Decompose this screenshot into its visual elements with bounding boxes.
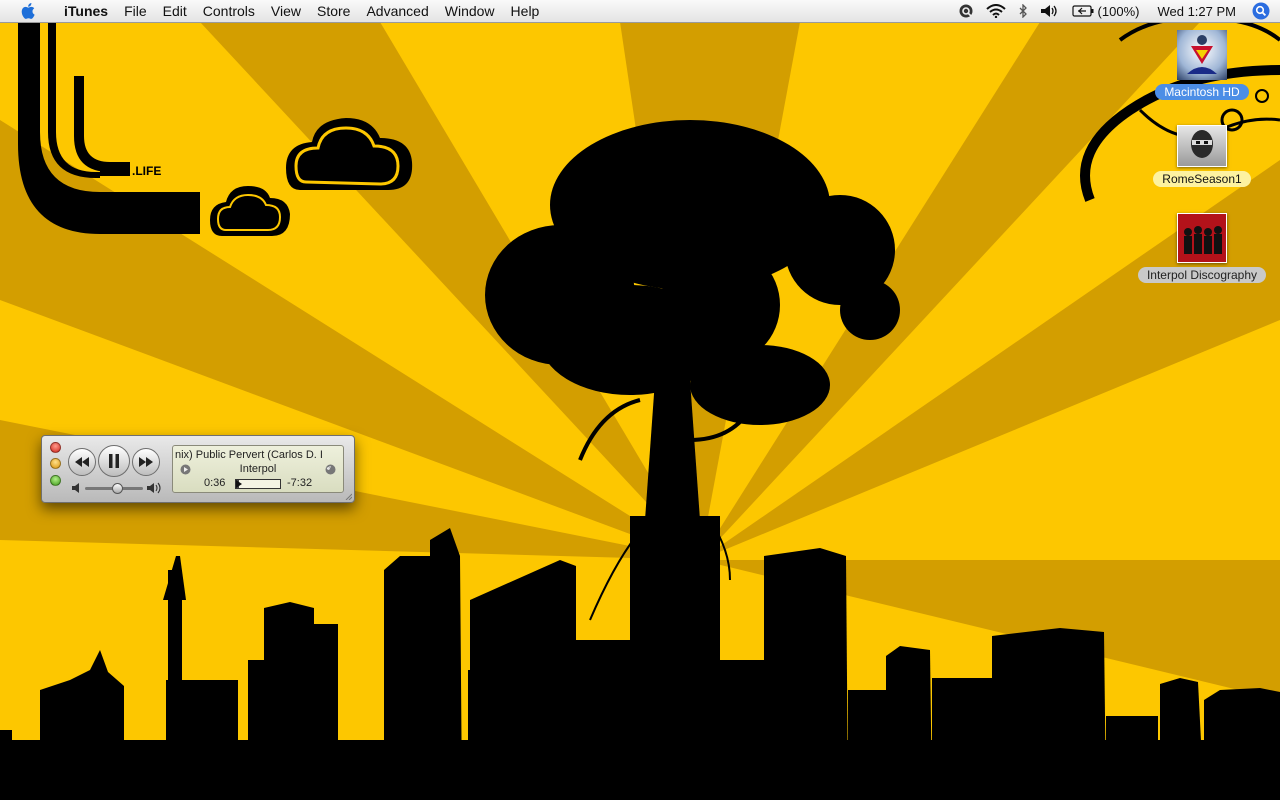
next-button[interactable] <box>132 448 160 476</box>
menu-advanced[interactable]: Advanced <box>358 0 436 22</box>
progress-bar[interactable] <box>235 479 281 489</box>
menu-edit[interactable]: Edit <box>155 0 195 22</box>
previous-button[interactable] <box>68 448 96 476</box>
artist-name: Interpol <box>239 463 277 475</box>
menu-bar: iTunes File Edit Controls View Store Adv… <box>0 0 1280 23</box>
battery-icon[interactable]: (100%) <box>1066 4 1146 19</box>
itunes-mini-player[interactable]: nix) Public Pervert (Carlos D. I Interpo… <box>41 435 355 503</box>
snapback-icon[interactable] <box>325 464 336 475</box>
desktop-icon-label: Interpol Discography <box>1137 267 1267 283</box>
menu-view[interactable]: View <box>263 0 309 22</box>
now-playing-display[interactable]: nix) Public Pervert (Carlos D. I Interpo… <box>172 445 344 493</box>
folder-album-icon <box>1177 213 1227 263</box>
menu-help[interactable]: Help <box>503 0 548 22</box>
resize-grip-icon[interactable] <box>344 492 352 500</box>
remaining-time: -7:32 <box>287 477 313 489</box>
previous-icon <box>75 457 89 467</box>
battery-percent: (100%) <box>1097 3 1140 19</box>
menu-file[interactable]: File <box>116 0 155 22</box>
pause-button[interactable] <box>98 445 130 477</box>
menu-window[interactable]: Window <box>437 0 503 22</box>
volume-icon[interactable] <box>1034 4 1066 18</box>
playhead-icon[interactable] <box>236 480 242 488</box>
menu-controls[interactable]: Controls <box>195 0 263 22</box>
apple-icon[interactable] <box>0 3 56 19</box>
volume-slider[interactable] <box>85 483 143 494</box>
desktop-icon-romeseason1[interactable]: RomeSeason1 <box>1150 125 1254 187</box>
menu-extras: (100%) Wed 1:27 PM <box>952 0 1280 22</box>
menu-store[interactable]: Store <box>309 0 358 22</box>
menu-app-name[interactable]: iTunes <box>56 0 116 22</box>
desktop-icon-macintosh-hd[interactable]: Macintosh HD <box>1150 30 1254 100</box>
zoom-button[interactable] <box>50 475 61 486</box>
pause-icon <box>109 454 119 468</box>
desktop-icon-label: Macintosh HD <box>1155 84 1249 100</box>
close-button[interactable] <box>50 442 61 453</box>
quicksilver-icon[interactable] <box>952 3 980 19</box>
desktop-icon-interpol-discography[interactable]: Interpol Discography <box>1126 213 1278 283</box>
elapsed-time: 0:36 <box>204 477 226 489</box>
desktop-wallpaper: .LIFE <box>0 0 1280 800</box>
volume-high-icon <box>147 482 161 494</box>
menu-clock[interactable]: Wed 1:27 PM <box>1145 4 1248 19</box>
volume-low-icon <box>72 483 79 493</box>
desktop-icon-label: RomeSeason1 <box>1153 171 1251 187</box>
volume-slider-knob[interactable] <box>111 483 123 494</box>
spotlight-icon[interactable] <box>1248 2 1280 20</box>
next-icon <box>139 457 153 467</box>
disk-image-icon <box>1177 125 1227 167</box>
life-logo-text: .LIFE <box>132 164 161 178</box>
track-title: nix) Public Pervert (Carlos D. I <box>175 449 323 461</box>
wifi-icon[interactable] <box>980 4 1012 18</box>
bluetooth-icon[interactable] <box>1012 4 1034 18</box>
minimize-button[interactable] <box>50 458 61 469</box>
hard-drive-icon <box>1177 30 1227 80</box>
